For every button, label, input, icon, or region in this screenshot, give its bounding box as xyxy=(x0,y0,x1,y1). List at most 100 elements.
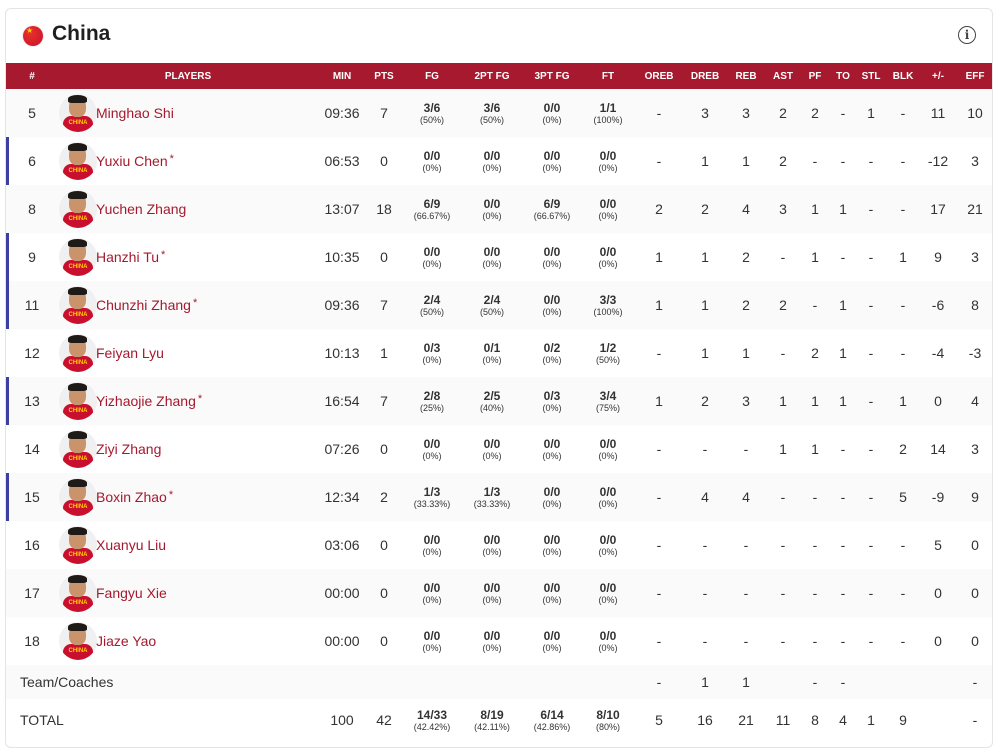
player-to: 1 xyxy=(839,393,847,409)
player-pf: 1 xyxy=(811,441,819,457)
player-pf: 1 xyxy=(811,249,819,265)
col-header-fg[interactable]: FG xyxy=(402,63,462,89)
player-avatar[interactable]: CHINA xyxy=(59,478,97,516)
player-fg: 2/8 (25%) xyxy=(402,377,462,425)
col-header-players[interactable]: PLAYERS xyxy=(58,63,318,89)
player-name-link[interactable]: Yizhaojie Zhang * xyxy=(96,377,318,425)
player-stl: 1 xyxy=(867,105,875,121)
player-ast: - xyxy=(780,249,786,265)
player-avatar[interactable]: CHINA xyxy=(59,526,97,564)
player-3pt-fg-made: 0/0 xyxy=(543,628,561,643)
player-to: 1 xyxy=(839,201,847,217)
col-header-eff[interactable]: EFF xyxy=(956,63,992,89)
col-header-ft[interactable]: FT xyxy=(582,63,634,89)
player-pts: 2 xyxy=(380,489,388,505)
player-fg-made: 0/3 xyxy=(423,340,441,355)
player-to: - xyxy=(840,633,846,649)
table-row[interactable]: 8 CHINA Yuchen Zhang 13:07 18 6/9 (66.67%) 0/0(… xyxy=(6,185,992,233)
player-avatar[interactable]: CHINA xyxy=(59,430,97,468)
table-row[interactable]: 11 CHINA Chunzhi Zhang * 09:36 7 2/4 (50%) 2/4 (5… xyxy=(6,281,992,329)
col-header-number[interactable]: # xyxy=(6,63,58,89)
total-3pt-made: 6/14 xyxy=(540,707,564,722)
player-3pt-fg-made: 0/0 xyxy=(543,580,561,595)
table-row[interactable]: 18 CHINA Jiaze Yao 00:00 0 0/0 (0%) 0/0 (0%) 0/0(… xyxy=(6,617,992,665)
player-pts: 0 xyxy=(380,249,388,265)
player-name-link[interactable]: Boxin Zhao * xyxy=(96,473,318,521)
player-avatar[interactable]: CHINA xyxy=(59,286,97,324)
col-header-3pt-fg[interactable]: 3PT FG xyxy=(522,63,582,89)
player-plus-minus: 0 xyxy=(934,633,942,649)
player-fg: 0/0 (0%) xyxy=(402,425,462,473)
player-name-link[interactable]: Chunzhi Zhang * xyxy=(96,281,318,329)
col-header-2pt-fg[interactable]: 2PT FG xyxy=(462,63,522,89)
player-ft-pct: (0%) xyxy=(598,498,618,509)
player-name-link[interactable]: Fangyu Xie xyxy=(96,569,318,617)
col-header-reb[interactable]: REB xyxy=(726,63,766,89)
col-header-stl[interactable]: STL xyxy=(856,63,886,89)
table-row[interactable]: 17 CHINA Fangyu Xie 00:00 0 0/0 (0%) 0/0 (0%) 0/0… xyxy=(6,569,992,617)
col-header-blk[interactable]: BLK xyxy=(886,63,920,89)
player-3pt-fg-made: 0/0 xyxy=(543,532,561,547)
player-pf: 1 xyxy=(811,393,819,409)
col-header-plus-minus[interactable]: +/- xyxy=(920,63,956,89)
player-ft-pct: (0%) xyxy=(598,162,618,173)
info-icon[interactable]: i xyxy=(958,26,976,44)
player-3pt-fg-pct: (0%) xyxy=(542,546,562,557)
col-header-ast[interactable]: AST xyxy=(766,63,800,89)
player-name-link[interactable]: Jiaze Yao xyxy=(96,617,318,665)
table-row[interactable]: 13 CHINA Yizhaojie Zhang * 16:54 7 2/8 (25%) 2/5… xyxy=(6,377,992,425)
player-ft-pct: (100%) xyxy=(593,306,623,317)
player-avatar[interactable]: CHINA xyxy=(59,382,97,420)
player-3pt-fg-pct: (0%) xyxy=(542,114,562,125)
player-number: 5 xyxy=(28,105,36,121)
player-ft-made: 0/0 xyxy=(599,580,617,595)
player-fg: 6/9 (66.67%) xyxy=(402,185,462,233)
player-avatar[interactable]: CHINA xyxy=(59,238,97,276)
player-eff: -3 xyxy=(968,345,982,361)
player-name-link[interactable]: Xuanyu Liu xyxy=(96,521,318,569)
table-row[interactable]: 15 CHINA Boxin Zhao * 12:34 2 1/3 (33.33%) 1/3 (3… xyxy=(6,473,992,521)
player-avatar[interactable]: CHINA xyxy=(59,334,97,372)
player-name-link[interactable]: Yuxiu Chen * xyxy=(96,137,318,185)
col-header-to[interactable]: TO xyxy=(830,63,856,89)
col-header-pts[interactable]: PTS xyxy=(366,63,402,89)
player-3pt-fg: 0/0 (0%) xyxy=(522,617,582,665)
player-ast: - xyxy=(780,489,786,505)
table-row[interactable]: 6 CHINA Yuxiu Chen * 06:53 0 0/0 (0%) 0/0 (0%) 0/0… xyxy=(6,137,992,185)
player-name-link[interactable]: Minghao Shi xyxy=(96,89,318,137)
player-number: 13 xyxy=(6,377,58,425)
col-header-min[interactable]: MIN xyxy=(318,63,366,89)
player-number: 17 xyxy=(24,585,40,601)
player-name: Yuxiu Chen xyxy=(96,153,168,169)
player-min: 06:53 xyxy=(324,153,360,169)
player-name-link[interactable]: Yuchen Zhang xyxy=(96,185,318,233)
player-2pt-fg-pct: (33.33%) xyxy=(473,498,511,509)
player-name-link[interactable]: Feiyan Lyu xyxy=(96,329,318,377)
player-ft-pct: (0%) xyxy=(598,594,618,605)
table-row[interactable]: 5 CHINA Minghao Shi 09:36 7 3/6 (50%) 3/6 (50%) 0… xyxy=(6,89,992,137)
table-row[interactable]: 12 CHINA Feiyan Lyu 10:13 1 0/3 (0%) 0/1 (0%) 0/2… xyxy=(6,329,992,377)
player-2pt-fg: 0/1 (0%) xyxy=(462,329,522,377)
player-name-link[interactable]: Ziyi Zhang xyxy=(96,425,318,473)
player-avatar[interactable]: CHINA xyxy=(59,142,97,180)
table-row[interactable]: 14 CHINA Ziyi Zhang 07:26 0 0/0 (0%) 0/0 (0%) 0/0… xyxy=(6,425,992,473)
player-oreb: - xyxy=(656,345,662,361)
col-header-dreb[interactable]: DREB xyxy=(684,63,726,89)
col-header-oreb[interactable]: OREB xyxy=(634,63,684,89)
player-avatar[interactable]: CHINA xyxy=(59,190,97,228)
table-row[interactable]: 9 CHINA Hanzhi Tu * 10:35 0 0/0 (0%) 0/0 (0%) 0/0(… xyxy=(6,233,992,281)
col-header-pf[interactable]: PF xyxy=(800,63,830,89)
player-avatar[interactable]: CHINA xyxy=(59,94,97,132)
player-2pt-fg: 0/0 (0%) xyxy=(462,185,522,233)
player-number: 12 xyxy=(24,345,40,361)
player-fg: 0/0 (0%) xyxy=(402,569,462,617)
player-2pt-fg: 0/0 (0%) xyxy=(462,617,522,665)
player-fg-pct: (0%) xyxy=(422,162,442,173)
player-avatar[interactable]: CHINA xyxy=(59,574,97,612)
table-row[interactable]: 16 CHINA Xuanyu Liu 03:06 0 0/0 (0%) 0/0 (0%) 0/0… xyxy=(6,521,992,569)
player-name-link[interactable]: Hanzhi Tu * xyxy=(96,233,318,281)
player-2pt-fg-made: 0/1 xyxy=(483,340,501,355)
player-2pt-fg: 0/0 (0%) xyxy=(462,569,522,617)
player-avatar[interactable]: CHINA xyxy=(59,622,97,660)
player-ast: 2 xyxy=(779,105,787,121)
